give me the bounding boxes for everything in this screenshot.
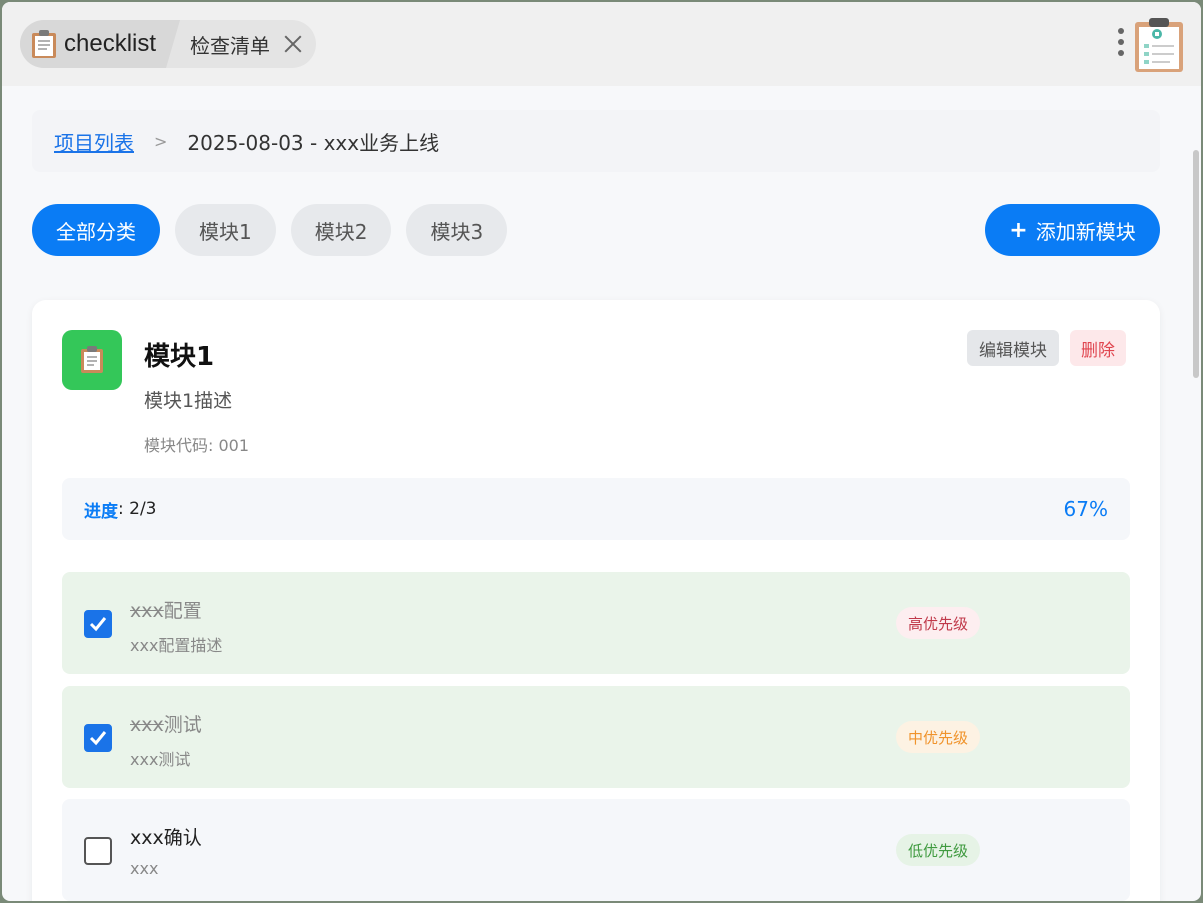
checkmark-icon (89, 617, 107, 632)
close-icon[interactable] (282, 33, 304, 55)
progress-percent: 67% (1063, 497, 1108, 521)
clipboard-logo-icon (1130, 16, 1188, 74)
task-checkbox[interactable] (84, 610, 112, 638)
priority-badge: 低优先级 (896, 834, 981, 866)
task-checkbox[interactable] (84, 724, 112, 752)
title-bar: checklist 检查清单 (2, 2, 1201, 86)
priority-badge: 高优先级 (896, 607, 981, 639)
main-content: 项目列表 > 2025-08-03 - xxx业务上线 全部分类 模块1 模块2… (2, 86, 1201, 901)
app-tab[interactable]: checklist (20, 20, 180, 68)
filter-module-1[interactable]: 模块1 (175, 204, 276, 256)
progress-count: : 2/3 (118, 499, 157, 519)
task-title: xxx配置 (130, 600, 202, 622)
task-item: xxx确认 xxx 低优先级 (62, 799, 1130, 901)
app-tab-label: checklist (64, 30, 157, 57)
filter-module-3[interactable]: 模块3 (406, 204, 508, 256)
delete-module-button[interactable]: 删除 (1070, 330, 1126, 366)
add-module-label: 添加新模块 (1035, 219, 1136, 244)
app-window: checklist 检查清单 项目列表 > 2025-08-03 - xxx业务… (2, 2, 1201, 901)
module-card: 模块1 模块1描述 模块代码: 001 编辑模块 删除 进度 : 2/3 67%… (32, 300, 1160, 901)
checkmark-icon (89, 731, 107, 746)
add-module-button[interactable]: + 添加新模块 (985, 204, 1160, 256)
breadcrumb-current: 2025-08-03 - xxx业务上线 (187, 130, 440, 155)
filter-module-2[interactable]: 模块2 (290, 204, 392, 256)
page-tab-label: 检查清单 (190, 33, 271, 58)
module-title: 模块1 (144, 342, 215, 372)
filter-all[interactable]: 全部分类 (32, 204, 160, 256)
more-vertical-icon[interactable] (1115, 28, 1127, 62)
task-item: xxx配置 xxx配置描述 高优先级 (62, 572, 1130, 674)
page-tab[interactable]: 检查清单 (180, 20, 316, 68)
breadcrumb-separator: > (154, 131, 168, 151)
progress-label: 进度 (84, 501, 118, 522)
plus-icon: + (1009, 217, 1028, 243)
tab-group: checklist 检查清单 (20, 20, 317, 68)
task-item: xxx测试 xxx测试 中优先级 (62, 686, 1130, 788)
module-code: 模块代码: 001 (144, 436, 250, 455)
edit-module-button[interactable]: 编辑模块 (967, 330, 1059, 366)
task-subtitle: xxx测试 (130, 750, 191, 769)
scrollbar[interactable] (1193, 150, 1199, 378)
clipboard-icon (62, 330, 122, 390)
task-subtitle: xxx (130, 859, 159, 878)
breadcrumb: 项目列表 > 2025-08-03 - xxx业务上线 (32, 110, 1160, 172)
progress-box: 进度 : 2/3 67% (62, 478, 1130, 540)
task-title: xxx测试 (130, 714, 202, 736)
priority-badge: 中优先级 (896, 721, 981, 753)
task-subtitle: xxx配置描述 (130, 636, 223, 655)
clipboard-icon (30, 29, 58, 59)
task-checkbox[interactable] (84, 837, 112, 865)
task-title: xxx确认 (130, 827, 202, 849)
breadcrumb-project-list-link[interactable]: 项目列表 (54, 127, 134, 156)
module-description: 模块1描述 (144, 390, 233, 412)
category-filters: 全部分类 模块1 模块2 模块3 (32, 204, 508, 256)
